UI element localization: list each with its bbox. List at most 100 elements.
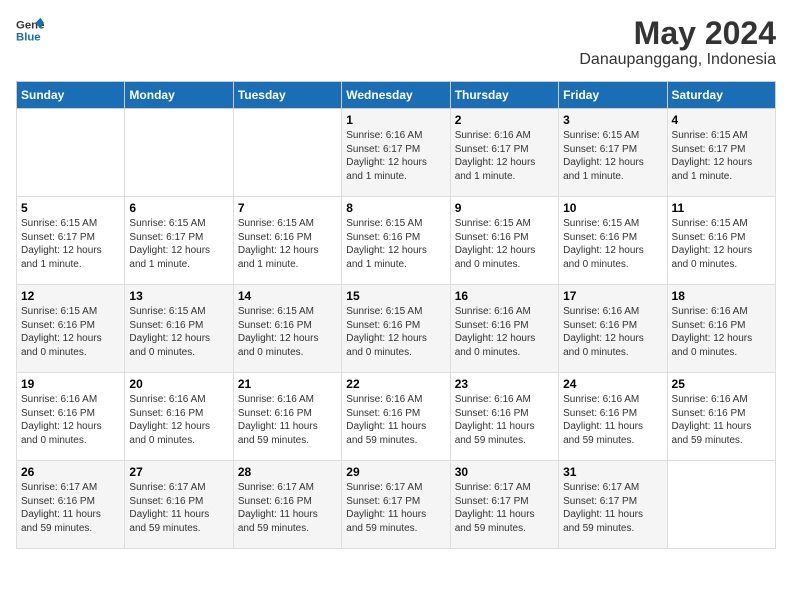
day-cell: 27 Sunrise: 6:17 AM Sunset: 6:16 PM Dayli… bbox=[125, 461, 233, 549]
day-info: Sunrise: 6:16 AM Sunset: 6:16 PM Dayligh… bbox=[672, 305, 771, 359]
day-cell: 14 Sunrise: 6:15 AM Sunset: 6:16 PM Dayli… bbox=[233, 285, 341, 373]
day-cell: 20 Sunrise: 6:16 AM Sunset: 6:16 PM Dayli… bbox=[125, 373, 233, 461]
title-block: May 2024 Danaupanggang, Indonesia bbox=[579, 16, 776, 69]
weekday-header-monday: Monday bbox=[125, 82, 233, 109]
day-cell: 12 Sunrise: 6:15 AM Sunset: 6:16 PM Dayli… bbox=[17, 285, 125, 373]
day-info: Sunrise: 6:16 AM Sunset: 6:16 PM Dayligh… bbox=[346, 393, 445, 447]
day-cell: 29Sunrise: 6:17 AM Sunset: 6:17 PM Dayli… bbox=[342, 461, 450, 549]
day-cell: 31 Sunrise: 6:17 AM Sunset: 6:17 PM Dayli… bbox=[559, 461, 667, 549]
weekday-header-tuesday: Tuesday bbox=[233, 82, 341, 109]
day-cell: 30 Sunrise: 6:17 AM Sunset: 6:17 PM Dayli… bbox=[450, 461, 558, 549]
day-cell: 3Sunrise: 6:15 AM Sunset: 6:17 PM Daylig… bbox=[559, 109, 667, 197]
day-cell: 19 Sunrise: 6:16 AM Sunset: 6:16 PM Dayli… bbox=[17, 373, 125, 461]
day-number: 18 bbox=[672, 289, 771, 303]
day-info: Sunrise: 6:15 AM Sunset: 6:17 PM Dayligh… bbox=[21, 217, 120, 271]
day-cell: 24 Sunrise: 6:16 AM Sunset: 6:16 PM Dayli… bbox=[559, 373, 667, 461]
day-cell bbox=[233, 109, 341, 197]
day-info: Sunrise: 6:17 AM Sunset: 6:17 PM Dayligh… bbox=[455, 481, 554, 535]
day-number: 1 bbox=[346, 113, 445, 127]
day-number: 20 bbox=[129, 377, 228, 391]
day-number: 22 bbox=[346, 377, 445, 391]
day-cell: 9 Sunrise: 6:15 AM Sunset: 6:16 PM Daylig… bbox=[450, 197, 558, 285]
day-info: Sunrise: 6:15 AM Sunset: 6:16 PM Dayligh… bbox=[238, 305, 337, 359]
day-number: 13 bbox=[129, 289, 228, 303]
day-info: Sunrise: 6:16 AM Sunset: 6:16 PM Dayligh… bbox=[238, 393, 337, 447]
day-number: 8 bbox=[346, 201, 445, 215]
day-cell: 22 Sunrise: 6:16 AM Sunset: 6:16 PM Dayli… bbox=[342, 373, 450, 461]
day-cell: 2 Sunrise: 6:16 AM Sunset: 6:17 PM Daylig… bbox=[450, 109, 558, 197]
day-info: Sunrise: 6:16 AM Sunset: 6:17 PM Dayligh… bbox=[455, 129, 554, 183]
day-cell: 25Sunrise: 6:16 AM Sunset: 6:16 PM Dayli… bbox=[667, 373, 775, 461]
day-number: 5 bbox=[21, 201, 120, 215]
day-number: 9 bbox=[455, 201, 554, 215]
day-info: Sunrise: 6:15 AM Sunset: 6:17 PM Dayligh… bbox=[129, 217, 228, 271]
day-cell bbox=[17, 109, 125, 197]
day-number: 14 bbox=[238, 289, 337, 303]
day-info: Sunrise: 6:17 AM Sunset: 6:17 PM Dayligh… bbox=[563, 481, 662, 535]
page-header: General Blue May 2024 Danaupanggang, Ind… bbox=[16, 16, 776, 69]
svg-text:Blue: Blue bbox=[16, 32, 41, 44]
day-info: Sunrise: 6:15 AM Sunset: 6:16 PM Dayligh… bbox=[455, 217, 554, 271]
day-number: 2 bbox=[455, 113, 554, 127]
day-cell: 18 Sunrise: 6:16 AM Sunset: 6:16 PM Dayli… bbox=[667, 285, 775, 373]
day-number: 26 bbox=[21, 465, 120, 479]
day-info: Sunrise: 6:16 AM Sunset: 6:16 PM Dayligh… bbox=[563, 305, 662, 359]
day-cell: 26 Sunrise: 6:17 AM Sunset: 6:16 PM Dayli… bbox=[17, 461, 125, 549]
weekday-header-friday: Friday bbox=[559, 82, 667, 109]
day-cell: 13 Sunrise: 6:15 AM Sunset: 6:16 PM Dayli… bbox=[125, 285, 233, 373]
week-row-1: 1 Sunrise: 6:16 AM Sunset: 6:17 PM Daylig… bbox=[17, 109, 776, 197]
day-number: 15 bbox=[346, 289, 445, 303]
weekday-header-wednesday: Wednesday bbox=[342, 82, 450, 109]
day-info: Sunrise: 6:16 AM Sunset: 6:17 PM Dayligh… bbox=[346, 129, 445, 183]
day-number: 29 bbox=[346, 465, 445, 479]
day-number: 27 bbox=[129, 465, 228, 479]
day-number: 11 bbox=[672, 201, 771, 215]
day-info: Sunrise: 6:15 AM Sunset: 6:16 PM Dayligh… bbox=[346, 305, 445, 359]
day-cell: 10 Sunrise: 6:15 AM Sunset: 6:16 PM Dayli… bbox=[559, 197, 667, 285]
day-info: Sunrise: 6:15 AM Sunset: 6:16 PM Dayligh… bbox=[21, 305, 120, 359]
page-title: May 2024 bbox=[579, 16, 776, 51]
week-row-4: 19 Sunrise: 6:16 AM Sunset: 6:16 PM Dayli… bbox=[17, 373, 776, 461]
day-number: 3 bbox=[563, 113, 662, 127]
day-cell: 8 Sunrise: 6:15 AM Sunset: 6:16 PM Daylig… bbox=[342, 197, 450, 285]
day-cell: 7Sunrise: 6:15 AM Sunset: 6:16 PM Daylig… bbox=[233, 197, 341, 285]
day-info: Sunrise: 6:16 AM Sunset: 6:16 PM Dayligh… bbox=[129, 393, 228, 447]
day-cell: 15 Sunrise: 6:15 AM Sunset: 6:16 PM Dayli… bbox=[342, 285, 450, 373]
day-number: 12 bbox=[21, 289, 120, 303]
week-row-3: 12 Sunrise: 6:15 AM Sunset: 6:16 PM Dayli… bbox=[17, 285, 776, 373]
day-number: 31 bbox=[563, 465, 662, 479]
day-info: Sunrise: 6:17 AM Sunset: 6:16 PM Dayligh… bbox=[238, 481, 337, 535]
day-cell: 6 Sunrise: 6:15 AM Sunset: 6:17 PM Daylig… bbox=[125, 197, 233, 285]
day-info: Sunrise: 6:16 AM Sunset: 6:16 PM Dayligh… bbox=[563, 393, 662, 447]
day-info: Sunrise: 6:15 AM Sunset: 6:16 PM Dayligh… bbox=[672, 217, 771, 271]
day-info: Sunrise: 6:15 AM Sunset: 6:16 PM Dayligh… bbox=[346, 217, 445, 271]
week-row-2: 5 Sunrise: 6:15 AM Sunset: 6:17 PM Daylig… bbox=[17, 197, 776, 285]
weekday-header-row: SundayMondayTuesdayWednesdayThursdayFrid… bbox=[17, 82, 776, 109]
day-number: 24 bbox=[563, 377, 662, 391]
day-number: 19 bbox=[21, 377, 120, 391]
day-info: Sunrise: 6:15 AM Sunset: 6:16 PM Dayligh… bbox=[238, 217, 337, 271]
logo-icon: General Blue bbox=[16, 16, 44, 44]
day-number: 25 bbox=[672, 377, 771, 391]
day-info: Sunrise: 6:17 AM Sunset: 6:16 PM Dayligh… bbox=[129, 481, 228, 535]
day-number: 4 bbox=[672, 113, 771, 127]
day-number: 10 bbox=[563, 201, 662, 215]
day-info: Sunrise: 6:15 AM Sunset: 6:16 PM Dayligh… bbox=[563, 217, 662, 271]
day-cell: 11 Sunrise: 6:15 AM Sunset: 6:16 PM Dayli… bbox=[667, 197, 775, 285]
day-info: Sunrise: 6:17 AM Sunset: 6:16 PM Dayligh… bbox=[21, 481, 120, 535]
day-cell bbox=[667, 461, 775, 549]
day-info: Sunrise: 6:15 AM Sunset: 6:17 PM Dayligh… bbox=[672, 129, 771, 183]
day-cell bbox=[125, 109, 233, 197]
day-number: 17 bbox=[563, 289, 662, 303]
week-row-5: 26 Sunrise: 6:17 AM Sunset: 6:16 PM Dayli… bbox=[17, 461, 776, 549]
day-cell: 23Sunrise: 6:16 AM Sunset: 6:16 PM Dayli… bbox=[450, 373, 558, 461]
day-number: 30 bbox=[455, 465, 554, 479]
day-number: 21 bbox=[238, 377, 337, 391]
day-number: 6 bbox=[129, 201, 228, 215]
page-subtitle: Danaupanggang, Indonesia bbox=[579, 51, 776, 69]
day-info: Sunrise: 6:15 AM Sunset: 6:16 PM Dayligh… bbox=[129, 305, 228, 359]
day-info: Sunrise: 6:16 AM Sunset: 6:16 PM Dayligh… bbox=[21, 393, 120, 447]
day-cell: 5 Sunrise: 6:15 AM Sunset: 6:17 PM Daylig… bbox=[17, 197, 125, 285]
logo: General Blue bbox=[16, 16, 44, 44]
day-cell: 16Sunrise: 6:16 AM Sunset: 6:16 PM Dayli… bbox=[450, 285, 558, 373]
